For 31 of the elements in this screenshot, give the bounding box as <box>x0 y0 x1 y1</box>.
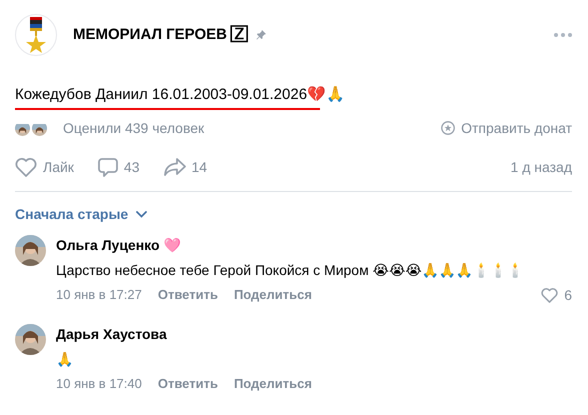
comment-button[interactable]: 43 <box>98 156 140 178</box>
comment-like-button[interactable]: 6 <box>541 284 572 306</box>
rated-count[interactable]: Оценили 439 человек <box>63 118 204 138</box>
group-avatar[interactable] <box>15 14 57 56</box>
user-name[interactable]: Ольга Луценко <box>56 234 160 256</box>
share-icon <box>164 158 186 176</box>
group-name[interactable]: МЕМОРИАЛ ГЕРОЕВ 🅉 <box>73 24 248 46</box>
sort-dropdown[interactable]: Сначала старые <box>15 204 148 224</box>
reply-link[interactable]: Ответить <box>158 285 218 305</box>
share-link[interactable]: Поделиться <box>234 285 312 305</box>
user-avatar[interactable] <box>15 234 46 266</box>
heart-emoji: 🩷 <box>164 236 181 254</box>
comment-icon <box>98 157 118 177</box>
post-text: Кожедубов Даниил 16.01.2003-09.01.2026💔🙏 <box>15 85 346 105</box>
post-time: 1 д назад <box>510 158 572 177</box>
heart-icon <box>15 158 37 176</box>
heart-icon <box>541 288 558 302</box>
share-button[interactable]: 14 <box>164 156 208 178</box>
comment-text: 🙏 <box>56 350 74 369</box>
pin-icon <box>256 30 266 40</box>
chevron-down-icon <box>136 210 148 218</box>
user-name[interactable]: Дарья Хаустова <box>56 324 167 344</box>
donate-button[interactable]: Отправить донат <box>441 118 572 138</box>
share-link[interactable]: Поделиться <box>234 374 312 393</box>
medal-icon <box>25 17 47 53</box>
comment-text: Царство небесное тебе Герой Покойся с Миром 😭😭😭🙏🙏🙏🕯🕯🕯 <box>56 260 525 280</box>
user-avatar[interactable] <box>15 324 46 354</box>
reply-link[interactable]: Ответить <box>158 374 218 393</box>
comment-time: 10 янв в 17:40 <box>56 374 142 392</box>
like-button[interactable]: Лайк <box>15 156 74 178</box>
comment-time: 10 янв в 17:27 <box>56 286 142 304</box>
